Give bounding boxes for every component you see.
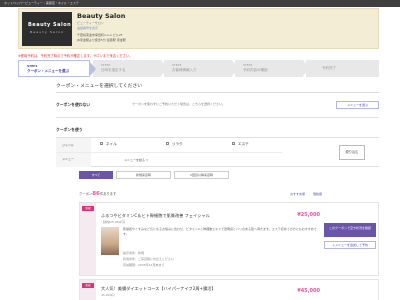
count-suffix: 件あります — [99, 192, 117, 196]
no-coupon-note: クーポンを使わずにご予約いただく場合は、こちらを選択ください。 — [132, 102, 225, 106]
step-label: 予約内容の確認 — [243, 68, 268, 72]
reservation-notice: ※即時予約は、予約完了時点で予約が確定します。サロンまで来店ください。 — [18, 54, 133, 58]
step-5: 予約完了 — [306, 60, 379, 77]
coupon-subtitle: 【通常25,000円】 — [101, 220, 127, 224]
step-arrow-icon — [161, 60, 168, 76]
coupon-subtitle: 45,000円 — [101, 293, 115, 297]
coupon-title: ふるつやビタミンC＆ヒト幹細胞で肌質改善 フェイシャル — [101, 213, 210, 218]
step-number: STEP1 — [27, 64, 38, 68]
step-arrow-icon — [303, 60, 310, 76]
genre-label: ジャンル — [56, 138, 91, 152]
divider — [56, 117, 379, 118]
step-3: STEP3 お客様情報入力 — [164, 60, 239, 77]
step-number: STEP3 — [172, 63, 182, 67]
menu-filter-select[interactable]: メニューを絞る ▽ — [124, 158, 148, 162]
coupon-description: 乾燥肌やくすみなど気になるお悩みに合わせ、ビタミンCと幹細胞エキスで透明感とハリ… — [123, 227, 317, 236]
sort-recommended[interactable]: おすすめ順 — [290, 192, 305, 196]
salon-name: Beauty Salon — [77, 12, 126, 20]
coupon-filter: ジャンル メニュー ネイル リラク エステ メニューを絞る ▽ 絞り込む — [56, 137, 379, 167]
divider — [56, 152, 282, 153]
coupon-price: ¥45,000 — [297, 288, 320, 294]
step-2: STEP2 日時を指定する — [93, 60, 168, 77]
salon-logo: Beauty Salon Beauty Salon — [22, 12, 72, 46]
step-1: STEP1 クーポン・メニューを選ぶ — [18, 60, 96, 77]
genre-esthe-label[interactable]: エステ — [238, 142, 249, 147]
salon-kana: ビューティーサロン — [77, 21, 104, 25]
count-number: 86 — [92, 191, 100, 197]
coupon-count: クーポン86件あります — [79, 191, 116, 197]
salon-access: JR東金駅より徒歩5分 最寄駅 東金駅 — [77, 38, 126, 42]
menu-label: メニュー — [56, 152, 91, 167]
select-menu-button[interactable]: メニューを選ぶ — [336, 101, 379, 109]
step-4: STEP4 予約内容の確認 — [235, 60, 310, 77]
coupon-meta-expiry: 有効期限：2025年12月末まで — [123, 263, 165, 267]
coupon-card: 新規 大人気！美腸ダイエットコース【ハイパーナイフ2周+腸活】 45,000円 … — [79, 279, 379, 300]
step-label: クーポン・メニューを選ぶ — [27, 69, 69, 73]
salon-logo-sub: Beauty Salon — [30, 30, 65, 34]
page-title: クーポン・メニューを選択してください — [56, 84, 143, 89]
top-bar: ホットペッパービューティー｜美容室・ネイル・エステ — [0, 0, 400, 7]
step-progress: STEP1 クーポン・メニューを選ぶ STEP2 日時を指定する STEP3 お… — [18, 60, 379, 77]
coupon-card: 新規 ふるつやビタミンC＆ヒト幹細胞で肌質改善 フェイシャル 【通常25,000… — [79, 202, 379, 276]
step-number: STEP2 — [101, 63, 111, 67]
salon-header: Beauty Salon Beauty Salon Beauty Salon ビ… — [18, 8, 379, 49]
tab-repeat-visit[interactable]: 2回目以降来店時 — [174, 171, 229, 179]
tab-all[interactable]: すべて — [79, 171, 113, 179]
coupon-title: 大人気！美腸ダイエットコース【ハイパーナイフ2周+腸活】 — [101, 286, 216, 291]
coupon-badge-column: 新規 — [80, 280, 96, 300]
coupon-meta-usage: 利用条件：ご来店時にお伝えください — [123, 257, 174, 261]
genre-nail-checkbox[interactable] — [100, 142, 103, 145]
new-badge: 新規 — [82, 206, 94, 211]
apply-filter-button[interactable]: 絞り込む — [339, 145, 365, 160]
new-badge: 新規 — [82, 283, 94, 288]
coupon-badge-column: 新規 — [80, 203, 96, 275]
count-prefix: クーポン — [79, 192, 93, 196]
salon-address: 千葉県東金市幸田町1-1-1 ビル2F — [77, 33, 123, 37]
coupon-price: ¥25,000 — [297, 212, 320, 218]
no-coupon-label: クーポンを使わない — [56, 102, 91, 107]
sort-options: おすすめ順 価格順 — [290, 192, 330, 196]
reserve-with-coupon-button[interactable]: このクーポンで空き状況を確認 — [324, 223, 376, 237]
step-label: 日時を指定する — [101, 68, 126, 72]
divider — [56, 92, 379, 93]
step-label: お客様情報入力 — [172, 68, 197, 72]
coupon-meta-condition: 提示条件：新規 — [123, 251, 145, 255]
genre-relax-label[interactable]: リラク — [172, 142, 183, 147]
step-number: STEP4 — [243, 63, 253, 67]
salon-logo-title: Beauty Salon — [28, 22, 72, 28]
salon-contact-link[interactable]: 電話番号を表示 — [77, 26, 98, 30]
use-coupon-label: クーポンを使う — [56, 127, 83, 132]
genre-nail-label[interactable]: ネイル — [106, 142, 117, 147]
genre-esthe-checkbox[interactable] — [232, 142, 235, 145]
tab-new-visit[interactable]: 新規来店時 — [116, 171, 171, 179]
genre-relax-checkbox[interactable] — [166, 142, 169, 145]
step-label: 予約完了 — [322, 66, 336, 70]
step-arrow-icon — [232, 60, 239, 76]
add-menu-button[interactable]: ＋メニューを追加して予約 — [324, 241, 376, 249]
coupon-photo — [101, 227, 119, 255]
sort-price[interactable]: 価格順 — [313, 192, 322, 196]
step-arrow-icon — [89, 61, 96, 77]
menu-filter-value: メニューを絞る — [124, 158, 146, 162]
